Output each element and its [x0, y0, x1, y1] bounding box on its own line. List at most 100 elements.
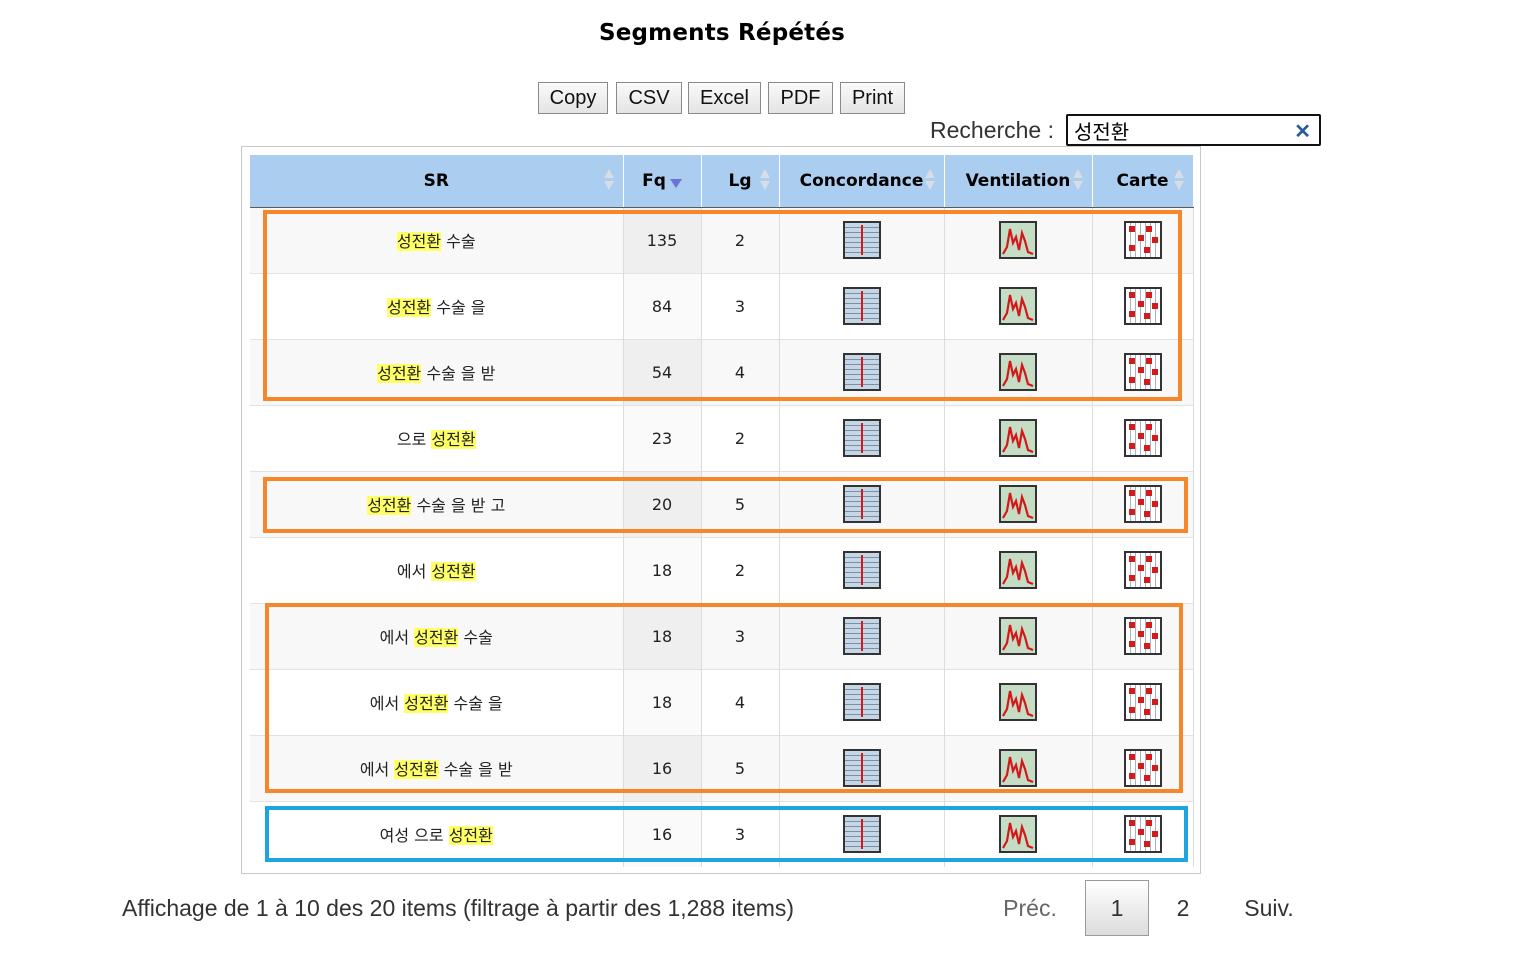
- csv-button[interactable]: CSV: [616, 82, 682, 114]
- segment-text: 수술: [458, 628, 493, 647]
- excel-button[interactable]: Excel: [688, 82, 761, 114]
- concordance-icon[interactable]: [842, 815, 881, 854]
- cell-ventilation: [944, 536, 1093, 603]
- page-button-1[interactable]: 1: [1085, 880, 1149, 936]
- segment-text: 에서: [369, 694, 405, 713]
- cell-fq: 84: [623, 272, 702, 339]
- ventilation-icon[interactable]: [999, 749, 1037, 787]
- carte-icon[interactable]: [1123, 353, 1162, 391]
- column-label: SR: [423, 170, 449, 191]
- close-icon[interactable]: ✕: [1294, 119, 1311, 144]
- concordance-icon[interactable]: [842, 221, 881, 259]
- cell-fq: 18: [623, 602, 702, 669]
- ventilation-icon[interactable]: [999, 815, 1037, 854]
- prev-page-button[interactable]: Préc.: [990, 880, 1070, 936]
- concordance-icon[interactable]: [842, 419, 881, 457]
- cell-sr: 여성 으로 성전환: [250, 800, 624, 867]
- cell-ventilation: [944, 668, 1093, 735]
- column-header-sr[interactable]: SR: [250, 155, 624, 208]
- cell-ventilation: [944, 734, 1093, 801]
- cell-carte: [1092, 206, 1194, 273]
- cell-carte: [1092, 668, 1194, 735]
- carte-icon[interactable]: [1123, 419, 1162, 457]
- cell-ventilation: [944, 800, 1093, 867]
- search-label: Recherche :: [930, 117, 1055, 143]
- cell-ventilation: [944, 602, 1093, 669]
- cell-concordance: [779, 800, 945, 867]
- column-header-lg[interactable]: Lg: [701, 155, 780, 208]
- results-table-wrapper: SR Fq Lg Concordance Ventilation Carte 성…: [241, 146, 1201, 874]
- cell-fq: 54: [623, 338, 702, 405]
- sort-desc-icon: [669, 178, 682, 188]
- cell-sr: 성전환 수술 을: [250, 272, 624, 339]
- carte-icon[interactable]: [1123, 287, 1162, 325]
- column-header-concordance[interactable]: Concordance: [779, 155, 945, 208]
- cell-lg: 4: [701, 338, 780, 405]
- next-page-button[interactable]: Suiv.: [1230, 880, 1308, 936]
- carte-icon[interactable]: [1123, 485, 1162, 523]
- cell-sr: 에서 성전환 수술 을: [250, 668, 624, 735]
- cell-sr: 성전환 수술 을 받 고: [250, 470, 624, 537]
- cell-lg: 3: [701, 602, 780, 669]
- table-row: 성전환 수술 을 84 3: [250, 272, 1194, 339]
- search-box: ✕: [1066, 114, 1321, 146]
- concordance-icon[interactable]: [842, 749, 881, 787]
- cell-ventilation: [944, 470, 1093, 537]
- carte-icon[interactable]: [1123, 221, 1162, 259]
- cell-lg: 3: [701, 272, 780, 339]
- cell-ventilation: [944, 338, 1093, 405]
- table-row: 에서 성전환 수술 을 18 4: [250, 668, 1194, 735]
- carte-icon[interactable]: [1123, 749, 1162, 787]
- concordance-icon[interactable]: [842, 617, 881, 655]
- cell-sr: 으로 성전환: [250, 404, 624, 471]
- search-highlight: 성전환: [377, 364, 422, 383]
- concordance-icon[interactable]: [842, 683, 881, 721]
- search-highlight: 성전환: [431, 562, 476, 581]
- cell-sr: 에서 성전환 수술 을 받: [250, 734, 624, 801]
- cell-sr: 성전환 수술: [250, 206, 624, 273]
- segment-text: 수술 을 받 고: [411, 496, 506, 515]
- ventilation-icon[interactable]: [999, 287, 1037, 325]
- concordance-icon[interactable]: [842, 353, 881, 391]
- concordance-icon[interactable]: [842, 485, 881, 523]
- page-button-2[interactable]: 2: [1155, 880, 1211, 936]
- segment-text: 수술: [441, 232, 476, 251]
- print-button[interactable]: Print: [840, 82, 905, 114]
- cell-carte: [1092, 338, 1194, 405]
- ventilation-icon[interactable]: [999, 617, 1037, 655]
- search-input[interactable]: [1074, 118, 1289, 142]
- concordance-icon[interactable]: [842, 551, 881, 589]
- cell-carte: [1092, 800, 1194, 867]
- segment-text: 에서: [396, 562, 432, 581]
- column-header-carte[interactable]: Carte: [1092, 155, 1194, 208]
- ventilation-icon[interactable]: [999, 419, 1037, 457]
- ventilation-icon[interactable]: [999, 485, 1037, 523]
- carte-icon[interactable]: [1123, 617, 1162, 655]
- ventilation-icon[interactable]: [999, 683, 1037, 721]
- concordance-icon[interactable]: [842, 287, 881, 325]
- cell-lg: 5: [701, 734, 780, 801]
- cell-fq: 16: [623, 734, 702, 801]
- cell-concordance: [779, 536, 945, 603]
- cell-fq: 18: [623, 668, 702, 735]
- segment-text: 수술 을 받: [421, 364, 496, 383]
- table-body: 성전환 수술 135 2 성전환 수술 을 84 3 성전환 수술 을 받 54 4 으로 성전환…: [250, 206, 1194, 867]
- cell-ventilation: [944, 272, 1093, 339]
- column-header-ventilation[interactable]: Ventilation: [944, 155, 1093, 208]
- search-highlight: 성전환: [448, 826, 493, 846]
- carte-icon[interactable]: [1123, 551, 1162, 589]
- cell-lg: 2: [701, 536, 780, 603]
- cell-concordance: [779, 602, 945, 669]
- cell-lg: 2: [701, 404, 780, 471]
- ventilation-icon[interactable]: [999, 221, 1037, 259]
- copy-button[interactable]: Copy: [538, 82, 608, 114]
- table-row: 성전환 수술 을 받 54 4: [250, 338, 1194, 405]
- carte-icon[interactable]: [1123, 815, 1162, 854]
- ventilation-icon[interactable]: [999, 551, 1037, 589]
- search-highlight: 성전환: [396, 232, 442, 251]
- ventilation-icon[interactable]: [999, 353, 1037, 391]
- pdf-button[interactable]: PDF: [768, 82, 833, 114]
- carte-icon[interactable]: [1123, 683, 1162, 721]
- cell-carte: [1092, 536, 1194, 603]
- column-header-fq[interactable]: Fq: [623, 155, 702, 208]
